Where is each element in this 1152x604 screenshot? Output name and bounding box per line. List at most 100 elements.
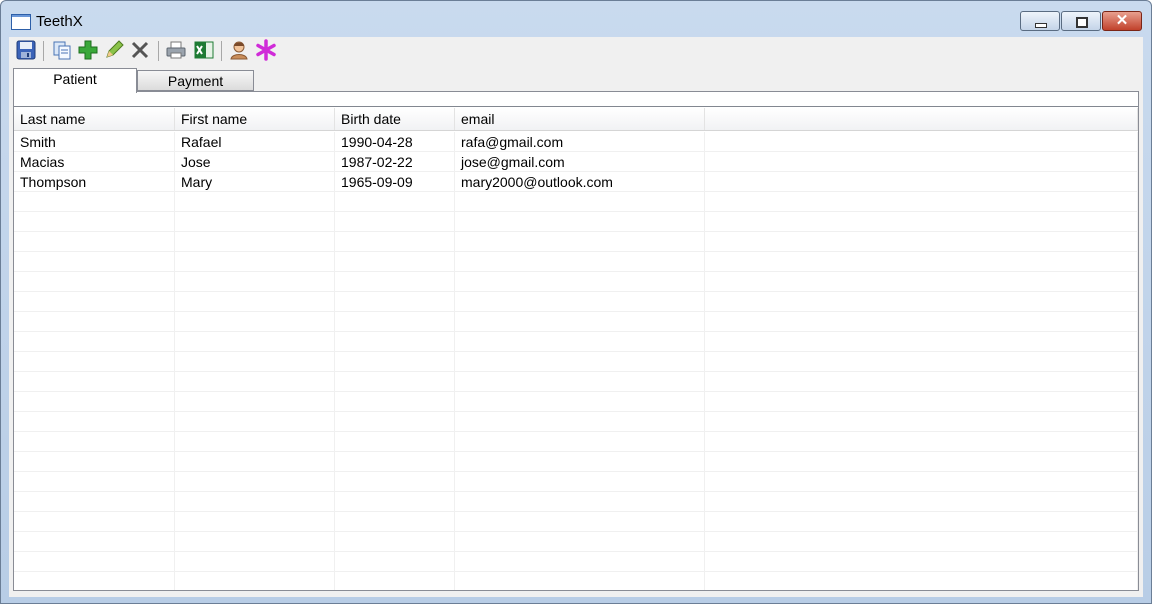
table-row[interactable]: Macias Jose 1987-02-22 jose@gmail.com	[14, 152, 1138, 172]
table-cell	[335, 272, 455, 292]
table-cell	[705, 192, 1138, 212]
table-cell[interactable]: rafa@gmail.com	[455, 132, 705, 152]
table-cell	[705, 312, 1138, 332]
table-cell	[14, 272, 175, 292]
empty-row[interactable]	[14, 232, 1138, 252]
empty-row[interactable]	[14, 192, 1138, 212]
table-cell	[335, 252, 455, 272]
table-cell	[175, 192, 335, 212]
table-cell	[335, 312, 455, 332]
copy-icon[interactable]	[51, 39, 73, 61]
patient-grid[interactable]: Last name First name Birth date email Sm…	[14, 108, 1138, 590]
empty-row[interactable]	[14, 412, 1138, 432]
close-icon: ✕	[1115, 12, 1129, 29]
table-cell	[455, 412, 705, 432]
table-cell[interactable]	[705, 152, 1138, 172]
empty-row[interactable]	[14, 312, 1138, 332]
table-row[interactable]: Thompson Mary 1965-09-09 mary2000@outlook.c…	[14, 172, 1138, 192]
filter-bar[interactable]	[14, 92, 1138, 107]
empty-row[interactable]	[14, 372, 1138, 392]
table-cell	[14, 432, 175, 452]
table-cell	[175, 412, 335, 432]
toolbar-separator	[158, 41, 159, 61]
empty-row[interactable]	[14, 392, 1138, 412]
table-cell	[455, 492, 705, 512]
tab-patient[interactable]: Patient	[13, 68, 137, 93]
toolbar-separator	[43, 41, 44, 61]
table-cell[interactable]: 1965-09-09	[335, 172, 455, 192]
table-cell[interactable]: 1987-02-22	[335, 152, 455, 172]
minimize-button[interactable]	[1020, 11, 1060, 31]
table-cell	[175, 452, 335, 472]
toolbar	[9, 37, 1143, 65]
user-icon[interactable]	[228, 39, 250, 61]
column-header-filler	[705, 108, 1138, 130]
title-bar[interactable]: TeethX ✕	[1, 1, 1151, 37]
table-cell[interactable]	[705, 172, 1138, 192]
table-cell[interactable]: Smith	[14, 132, 175, 152]
table-cell[interactable]: Rafael	[175, 132, 335, 152]
table-cell	[14, 572, 175, 590]
table-cell	[705, 352, 1138, 372]
table-cell	[175, 252, 335, 272]
table-cell	[14, 512, 175, 532]
table-cell	[335, 232, 455, 252]
edit-icon[interactable]	[103, 39, 125, 61]
table-cell	[175, 392, 335, 412]
table-cell	[455, 472, 705, 492]
delete-icon[interactable]	[129, 39, 151, 61]
column-header-birth-date[interactable]: Birth date	[335, 108, 455, 130]
table-cell	[455, 312, 705, 332]
empty-row[interactable]	[14, 252, 1138, 272]
table-cell	[705, 212, 1138, 232]
empty-row[interactable]	[14, 432, 1138, 452]
table-cell	[175, 512, 335, 532]
table-cell[interactable]: 1990-04-28	[335, 132, 455, 152]
table-cell	[335, 512, 455, 532]
empty-row[interactable]	[14, 452, 1138, 472]
table-cell[interactable]: Thompson	[14, 172, 175, 192]
empty-row[interactable]	[14, 212, 1138, 232]
table-cell	[14, 312, 175, 332]
empty-row[interactable]	[14, 272, 1138, 292]
table-cell	[14, 412, 175, 432]
table-cell	[335, 192, 455, 212]
table-cell	[335, 572, 455, 590]
close-button[interactable]: ✕	[1102, 11, 1142, 31]
table-cell[interactable]	[705, 132, 1138, 152]
client-area: Patient Payment Last name First name Bir…	[9, 37, 1143, 597]
column-header-last-name[interactable]: Last name	[14, 108, 175, 130]
empty-row[interactable]	[14, 472, 1138, 492]
empty-row[interactable]	[14, 492, 1138, 512]
table-cell	[335, 552, 455, 572]
table-cell	[175, 492, 335, 512]
empty-row[interactable]	[14, 572, 1138, 590]
table-cell	[705, 292, 1138, 312]
empty-row[interactable]	[14, 552, 1138, 572]
column-header-email[interactable]: email	[455, 108, 705, 130]
table-row[interactable]: Smith Rafael 1990-04-28 rafa@gmail.com	[14, 132, 1138, 152]
table-cell[interactable]: mary2000@outlook.com	[455, 172, 705, 192]
maximize-button[interactable]	[1061, 11, 1101, 31]
table-cell[interactable]: Macias	[14, 152, 175, 172]
empty-row[interactable]	[14, 512, 1138, 532]
empty-row[interactable]	[14, 292, 1138, 312]
tab-payment[interactable]: Payment	[137, 70, 254, 91]
table-cell	[705, 392, 1138, 412]
empty-row[interactable]	[14, 532, 1138, 552]
add-icon[interactable]	[77, 39, 99, 61]
empty-row[interactable]	[14, 332, 1138, 352]
empty-row[interactable]	[14, 352, 1138, 372]
table-cell	[175, 372, 335, 392]
table-cell[interactable]: Mary	[175, 172, 335, 192]
save-icon[interactable]	[15, 39, 37, 61]
table-cell	[14, 552, 175, 572]
table-cell	[455, 252, 705, 272]
column-header-first-name[interactable]: First name	[175, 108, 335, 130]
print-icon[interactable]	[165, 39, 187, 61]
restore-icon	[1076, 17, 1088, 28]
excel-icon[interactable]	[193, 39, 215, 61]
table-cell[interactable]: Jose	[175, 152, 335, 172]
table-cell[interactable]: jose@gmail.com	[455, 152, 705, 172]
asterisk-icon[interactable]	[255, 39, 277, 61]
